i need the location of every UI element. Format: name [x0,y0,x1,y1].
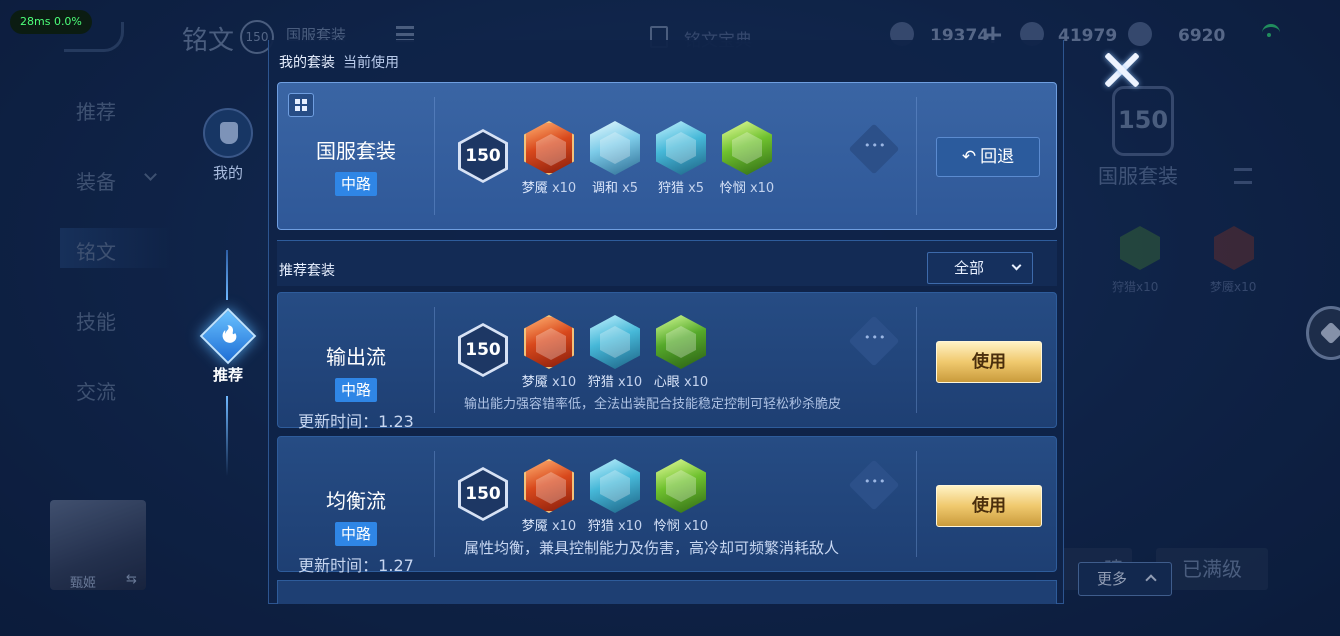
rune-name: 梦魇 [521,519,548,534]
divider [916,307,917,413]
rune-item[interactable]: 狩猎 x10 [582,315,648,390]
rune-count: x10 [551,519,577,534]
divider [434,97,435,215]
nightmare-rune-icon [524,121,574,175]
rune-item[interactable]: 怜悯 x10 [714,121,780,196]
timeline-line [226,250,228,300]
chevron-down-icon [1011,260,1022,271]
rune-count: x10 [551,181,577,196]
rune-count: x5 [622,181,639,196]
tab-mine-label: 我的 [212,164,243,182]
insight-rune-icon [656,315,706,369]
level-value: 150 [461,132,505,180]
rune-count: x5 [688,181,705,196]
close-icon[interactable] [1100,48,1144,92]
nightmare-rune-icon [524,459,574,513]
use-button[interactable]: 使用 [936,341,1042,383]
set-name: 国服套装 [316,139,396,163]
rune-name: 狩猎 [587,375,614,390]
update-time: 更新时间：1.23 [298,412,414,431]
divider [434,307,435,413]
tab-recommend[interactable]: 推荐 [196,307,260,385]
harmony-rune-icon [590,121,640,175]
level-150-badge: 150 [458,323,508,377]
rune-name: 怜悯 [719,181,746,196]
fps-indicator: 28ms 0.0% [10,10,92,34]
level-value: 150 [461,470,505,518]
timeline-line [226,396,228,476]
use-button[interactable]: 使用 [936,485,1042,527]
rune-item[interactable]: 心眼 x10 [648,315,714,390]
rune-count: x10 [617,375,643,390]
rune-name: 狩猎 [587,519,614,534]
rune-name: 调和 [591,181,618,196]
my-sets-subtitle: 当前使用 [343,55,399,71]
rune-item[interactable]: 梦魇 x10 [516,315,582,390]
set-description: 属性均衡，兼具控制能力及伤害，高冷却可频繁消耗敌人 [464,539,840,557]
recommended-set-card: 输出流 中路 更新时间：1.23 150 梦魇 x10 狩猎 x10 心眼 x1… [277,292,1057,431]
rune-item[interactable]: 梦魇 x10 [516,459,582,534]
hunt-rune-icon [590,459,640,513]
current-set-card: 国服套装 中路 150 梦魇 x10 调和 x5 狩猎 x5 怜悯 x10 ••… [277,82,1057,230]
rune-item[interactable]: 梦魇 x10 [516,121,582,196]
mercy-rune-icon [722,121,772,175]
filter-select[interactable]: 全部 [927,252,1033,284]
lane-tag: 中路 [334,172,377,196]
rune-item[interactable]: 怜悯 x10 [648,459,714,534]
rune-count: x10 [551,375,577,390]
rune-count: x10 [749,181,775,196]
more-options-icon[interactable] [848,459,900,511]
rune-name: 梦魇 [521,181,548,196]
tab-mine[interactable]: 我的 [196,108,260,183]
next-set-card-partial [277,580,1057,604]
recommended-set-card: 均衡流 中路 更新时间：1.27 150 梦魇 x10 狩猎 x10 怜悯 x1… [277,436,1057,575]
hunt-rune-icon [656,121,706,175]
divider [916,451,917,557]
nightmare-rune-icon [524,315,574,369]
rune-item[interactable]: 狩猎 x10 [582,459,648,534]
revert-label: 回退 [980,147,1015,167]
set-description: 输出能力强容错率低，全法出装配合技能稳定控制可轻松秒杀脆皮 [464,397,842,412]
flame-icon [199,307,257,365]
rune-name: 心眼 [653,375,680,390]
divider [434,451,435,557]
mercy-rune-icon [656,459,706,513]
set-name: 输出流 [326,345,386,369]
set-name-column: 国服套装 中路 [278,83,434,229]
more-options-icon[interactable] [848,123,900,175]
my-sets-title: 我的套装 [279,55,335,71]
lane-tag: 中路 [334,378,377,402]
rune-set-dialog: 我的套装当前使用 国服套装 中路 150 梦魇 x10 调和 x5 狩猎 x5 [268,40,1064,604]
my-sets-heading: 我的套装 当前使用 [279,52,399,72]
divider [916,97,917,215]
update-time: 更新时间：1.27 [298,556,414,575]
armor-icon [203,108,253,158]
rune-count: x10 [617,519,643,534]
level-150-badge: 150 [458,467,508,521]
hunt-rune-icon [590,315,640,369]
undo-icon: ↶ [961,147,977,167]
rune-count: x10 [683,519,709,534]
filter-value: 全部 [954,259,985,277]
more-options-icon[interactable] [848,315,900,367]
tab-recommend-label: 推荐 [212,366,243,384]
level-value: 150 [461,326,505,374]
rune-count: x10 [683,375,709,390]
rune-name: 梦魇 [521,375,548,390]
recommended-heading: 推荐套装 [279,263,335,279]
set-name-column: 均衡流 中路 更新时间：1.27 [278,437,434,575]
rune-item[interactable]: 调和 x5 [582,121,648,196]
set-name-column: 输出流 中路 更新时间：1.23 [278,293,434,431]
rune-name: 怜悯 [653,519,680,534]
level-150-badge: 150 [458,129,508,183]
revert-button[interactable]: ↶ 回退 [936,137,1040,177]
rune-item[interactable]: 狩猎 x5 [648,121,714,196]
set-name: 均衡流 [326,489,386,513]
rune-name: 狩猎 [657,181,684,196]
lane-tag: 中路 [334,522,377,546]
